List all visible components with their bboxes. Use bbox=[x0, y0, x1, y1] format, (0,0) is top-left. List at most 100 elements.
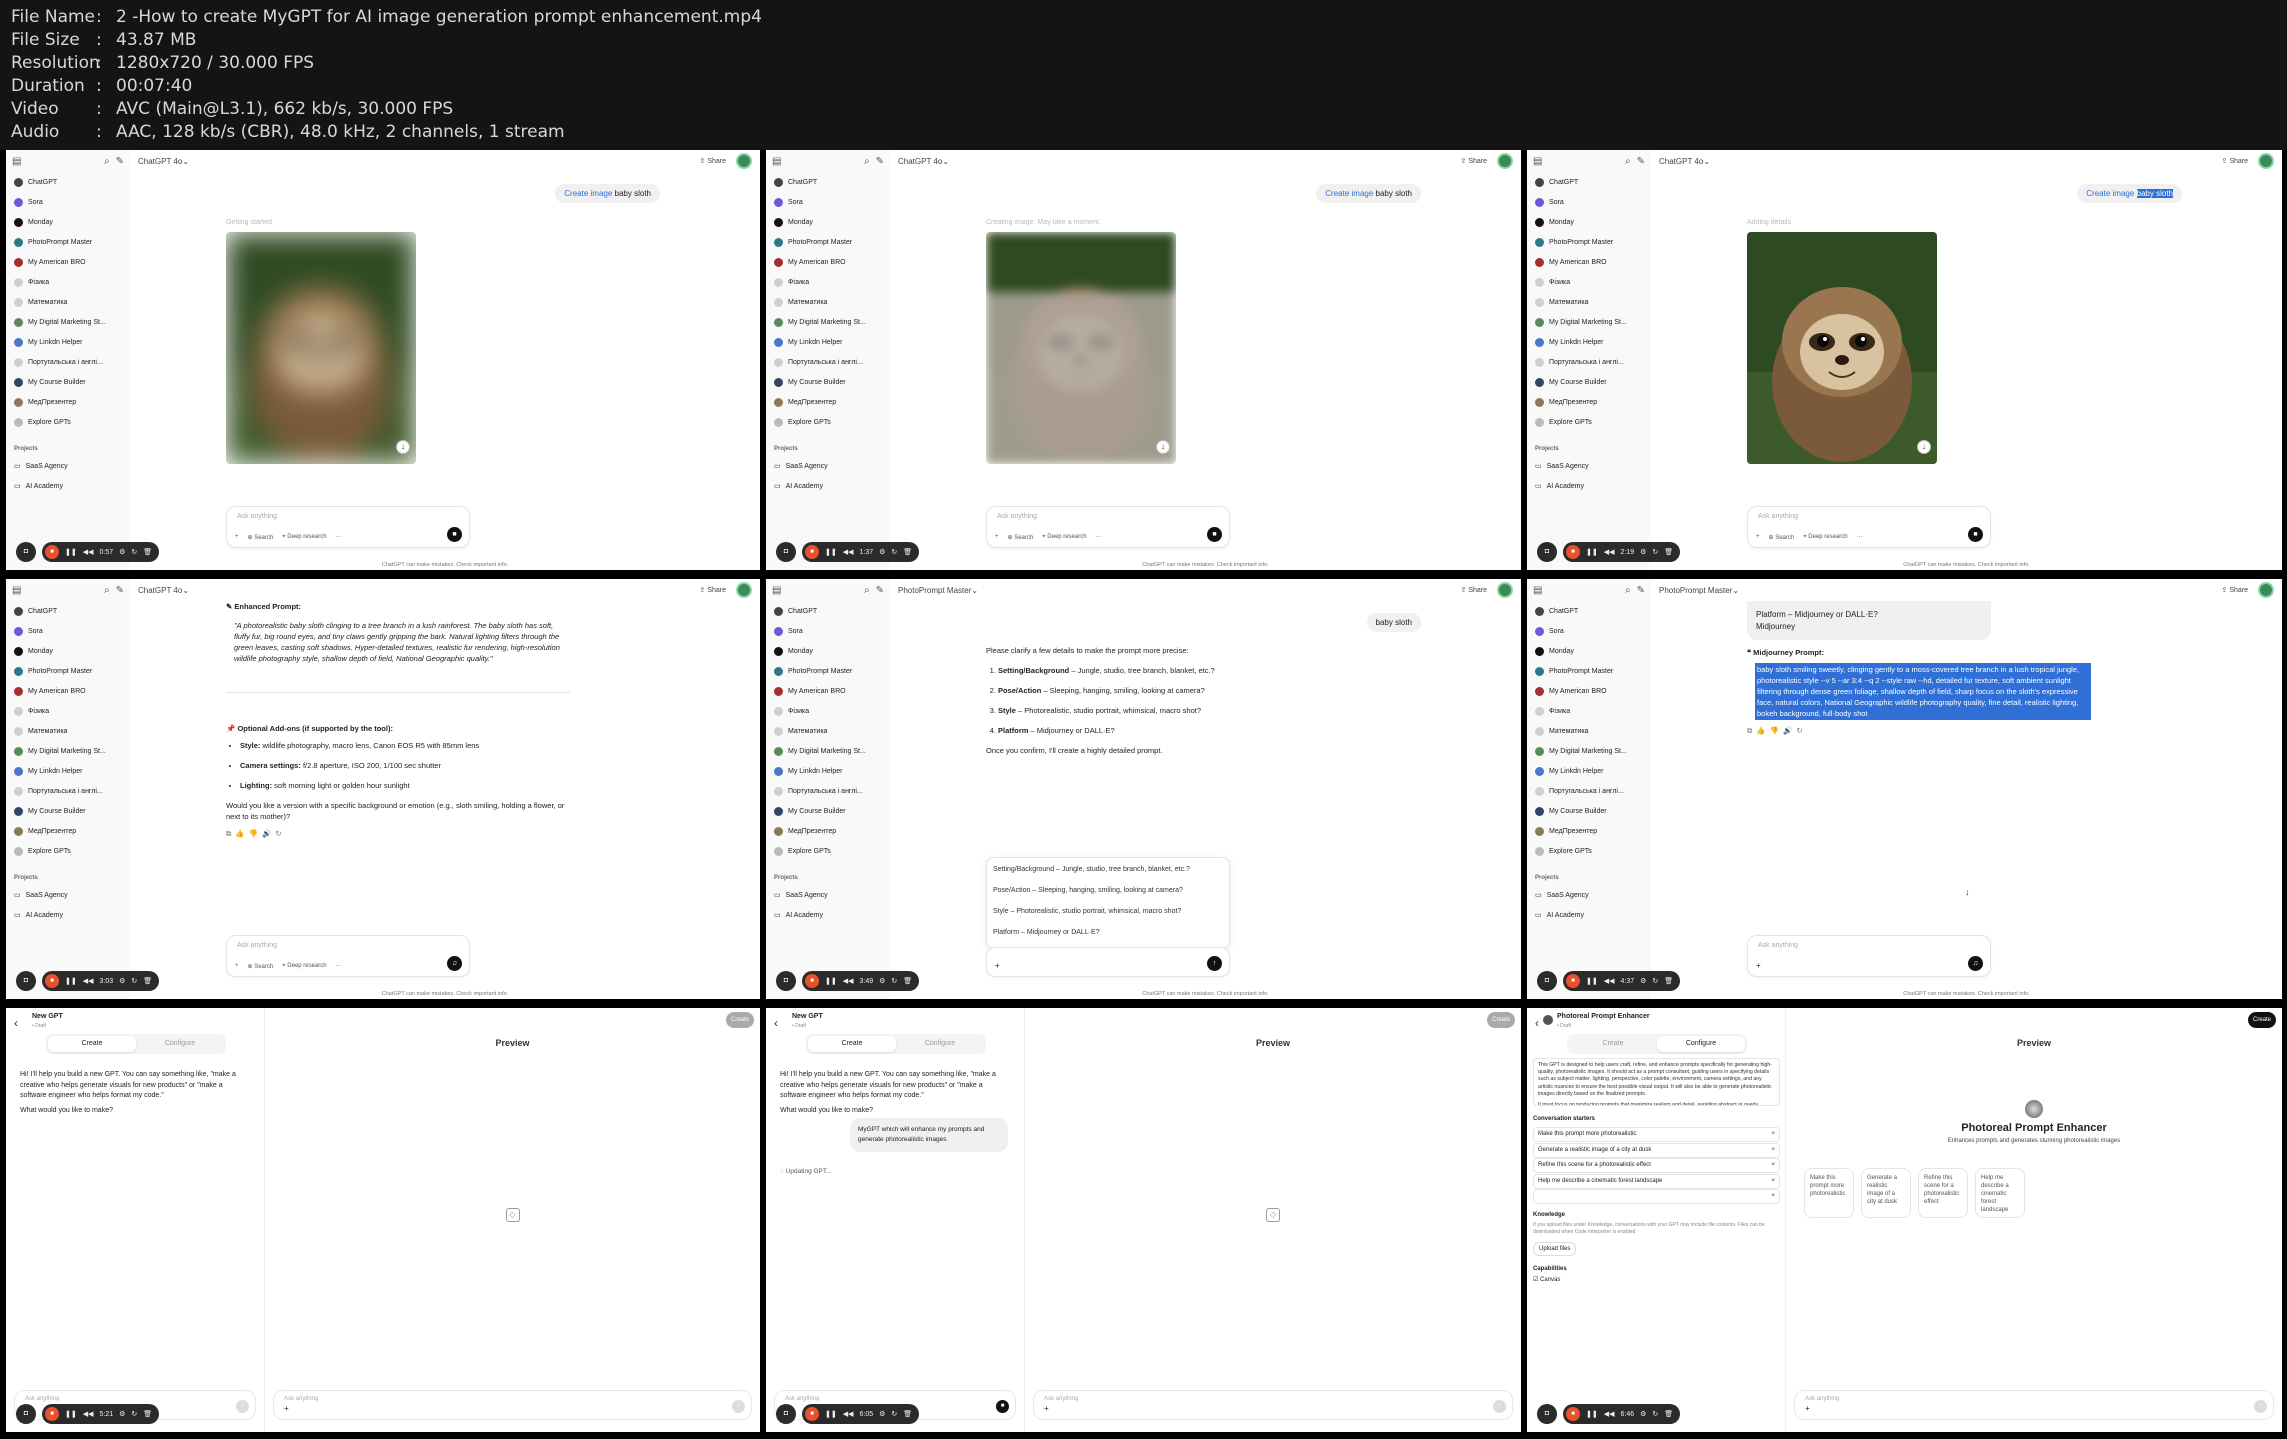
sidebar-item[interactable]: Sora bbox=[766, 621, 890, 641]
sidebar-item[interactable]: ChatGPT bbox=[6, 172, 130, 192]
sidebar-item[interactable]: My Digital Marketing St... bbox=[6, 312, 130, 332]
model-selector[interactable]: PhotoPrompt Master bbox=[898, 586, 971, 595]
search-tool[interactable]: ⊕ Search bbox=[1008, 534, 1034, 541]
preview-input[interactable]: Ask anything bbox=[284, 1396, 318, 1402]
share-button[interactable]: ⇪ Share bbox=[700, 586, 727, 594]
sidebar-item[interactable]: Monday bbox=[6, 212, 130, 232]
plus-icon[interactable]: + bbox=[1044, 1404, 1049, 1413]
new-chat-icon[interactable]: ✎ bbox=[876, 585, 884, 596]
download-arrow-icon[interactable]: ↓ bbox=[1917, 440, 1931, 454]
chevron-down-icon[interactable]: ⌄ bbox=[942, 157, 949, 166]
sidebar-item[interactable]: Monday bbox=[1527, 212, 1651, 232]
sidebar-item[interactable]: Португальська і англі... bbox=[6, 781, 130, 801]
camera-icon[interactable]: ◘ bbox=[16, 971, 36, 991]
project-item[interactable]: ▭ AI Academy bbox=[6, 905, 130, 925]
sidebar-item[interactable]: My Linkdn Helper bbox=[766, 332, 890, 352]
composer-input[interactable]: Ask anything bbox=[1758, 942, 1798, 949]
stop-record-button[interactable]: ■ bbox=[805, 545, 819, 559]
more-icon[interactable]: ··· bbox=[1857, 534, 1863, 541]
sidebar-item[interactable]: My Linkdn Helper bbox=[766, 761, 890, 781]
sidebar-item[interactable]: My American BRO bbox=[6, 681, 130, 701]
preview-composer[interactable]: Ask anything + ↑ bbox=[273, 1390, 752, 1420]
search-icon[interactable]: ⌕ bbox=[864, 585, 870, 596]
preview-composer[interactable]: Ask anything + ↑ bbox=[1794, 1390, 2274, 1420]
sidebar-item[interactable]: My Course Builder bbox=[6, 372, 130, 392]
sidebar-item[interactable]: Фізика bbox=[1527, 701, 1651, 721]
tab-configure[interactable]: Configure bbox=[1657, 1036, 1745, 1052]
send-button[interactable]: ♫ bbox=[447, 956, 462, 971]
scroll-down-icon[interactable]: ↓ bbox=[1965, 887, 1970, 897]
builder-input[interactable]: Ask anything bbox=[785, 1396, 819, 1402]
settings-icon[interactable]: ⚙ bbox=[1640, 548, 1646, 556]
chevron-down-icon[interactable]: ⌄ bbox=[182, 157, 189, 166]
send-button[interactable]: ■ bbox=[447, 527, 462, 542]
stop-record-button[interactable]: ■ bbox=[805, 1407, 819, 1421]
sidebar-item[interactable]: ChatGPT bbox=[1527, 172, 1651, 192]
sidebar-item[interactable]: Математика bbox=[1527, 292, 1651, 312]
more-icon[interactable]: ··· bbox=[1096, 534, 1102, 541]
instructions-field[interactable]: This GPT is designed to help users craft… bbox=[1533, 1058, 1780, 1106]
back-arrow-icon[interactable]: ‹ bbox=[14, 1016, 18, 1030]
settings-icon[interactable]: ⚙ bbox=[879, 548, 885, 556]
trash-icon[interactable]: 🗑 bbox=[903, 548, 912, 556]
sidebar-item[interactable]: Математика bbox=[6, 292, 130, 312]
remove-icon[interactable]: × bbox=[1771, 1190, 1775, 1203]
back-arrow-icon[interactable]: ‹ bbox=[774, 1016, 778, 1030]
pause-icon[interactable]: ❚❚ bbox=[65, 977, 77, 985]
stop-record-button[interactable]: ■ bbox=[1566, 545, 1580, 559]
model-selector[interactable]: ChatGPT 4o bbox=[898, 157, 942, 166]
search-icon[interactable]: ⌕ bbox=[104, 585, 110, 596]
restart-icon[interactable]: ↻ bbox=[1652, 1410, 1658, 1418]
camera-icon[interactable]: ◘ bbox=[16, 542, 36, 562]
remove-icon[interactable]: × bbox=[1771, 1128, 1775, 1141]
trash-icon[interactable]: 🗑 bbox=[1664, 548, 1673, 556]
send-button[interactable]: ↑ bbox=[1207, 956, 1222, 971]
rewind-icon[interactable]: ◀◀ bbox=[1604, 977, 1615, 985]
restart-icon[interactable]: ↻ bbox=[1652, 977, 1658, 985]
plus-icon[interactable]: + bbox=[235, 534, 239, 541]
deep-research-tool[interactable]: ⌖ Deep research bbox=[282, 534, 326, 541]
new-chat-icon[interactable]: ✎ bbox=[116, 156, 124, 167]
restart-icon[interactable]: ↻ bbox=[891, 1410, 897, 1418]
sidebar-item[interactable]: My Course Builder bbox=[6, 801, 130, 821]
model-selector[interactable]: PhotoPrompt Master bbox=[1659, 586, 1732, 595]
sidebar-item[interactable]: Sora bbox=[6, 192, 130, 212]
create-button[interactable]: Create bbox=[726, 1012, 754, 1028]
sidebar-toggle-icon[interactable]: ▤ bbox=[772, 156, 781, 167]
search-icon[interactable]: ⌕ bbox=[1625, 156, 1631, 167]
tab-create[interactable]: Create bbox=[808, 1036, 896, 1052]
user-avatar[interactable] bbox=[736, 582, 752, 598]
sidebar-item[interactable]: Sora bbox=[1527, 621, 1651, 641]
composer-input[interactable]: Ask anything bbox=[997, 513, 1037, 520]
share-button[interactable]: ⇪ Share bbox=[2222, 157, 2249, 165]
stop-record-button[interactable]: ■ bbox=[45, 974, 59, 988]
sidebar-item[interactable]: ChatGPT bbox=[766, 172, 890, 192]
sidebar-toggle-icon[interactable]: ▤ bbox=[12, 156, 21, 167]
trash-icon[interactable]: 🗑 bbox=[143, 1410, 152, 1418]
sidebar-item[interactable]: МедПрезентер bbox=[766, 392, 890, 412]
plus-icon[interactable]: + bbox=[235, 963, 239, 970]
project-item[interactable]: ▭ AI Academy bbox=[6, 476, 130, 496]
conversation-starter[interactable]: Make this prompt more photorealistic × bbox=[1533, 1127, 1780, 1142]
create-button[interactable]: Create bbox=[1487, 1012, 1515, 1028]
sidebar-item[interactable]: Математика bbox=[766, 292, 890, 312]
user-avatar[interactable] bbox=[1497, 153, 1513, 169]
sidebar-item[interactable]: Explore GPTs bbox=[6, 412, 130, 432]
sidebar-item[interactable]: МедПрезентер bbox=[1527, 821, 1651, 841]
rewind-icon[interactable]: ◀◀ bbox=[843, 548, 854, 556]
sidebar-item[interactable]: My American BRO bbox=[766, 252, 890, 272]
deep-research-tool[interactable]: ⌖ Deep research bbox=[1042, 534, 1086, 541]
sidebar-item[interactable]: Фізика bbox=[1527, 272, 1651, 292]
sidebar-item[interactable]: My Linkdn Helper bbox=[1527, 332, 1651, 352]
sidebar-item[interactable]: My Digital Marketing St... bbox=[1527, 741, 1651, 761]
project-item[interactable]: ▭ SaaS Agency bbox=[6, 456, 130, 476]
trash-icon[interactable]: 🗑 bbox=[1664, 1410, 1673, 1418]
settings-icon[interactable]: ⚙ bbox=[119, 977, 125, 985]
sidebar-item[interactable]: Explore GPTs bbox=[766, 841, 890, 861]
sidebar-item[interactable]: My Digital Marketing St... bbox=[766, 312, 890, 332]
sidebar-toggle-icon[interactable]: ▤ bbox=[1533, 585, 1542, 596]
sidebar-item[interactable]: Португальська і англі... bbox=[6, 352, 130, 372]
rewind-icon[interactable]: ◀◀ bbox=[1604, 548, 1615, 556]
sidebar-item[interactable]: ChatGPT bbox=[766, 601, 890, 621]
sidebar-item[interactable]: PhotoPrompt Master bbox=[766, 232, 890, 252]
